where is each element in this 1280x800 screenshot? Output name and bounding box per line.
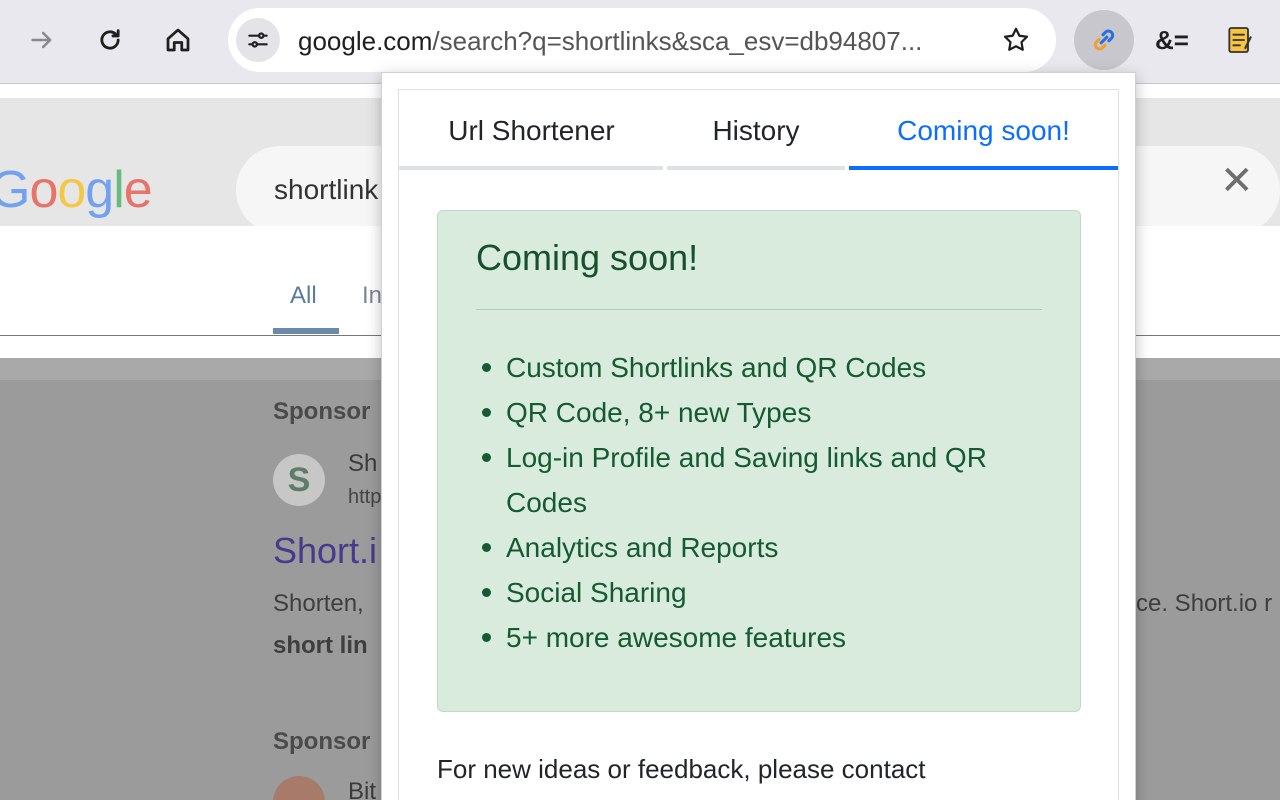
tab-url-shortener[interactable]: Url Shortener bbox=[399, 90, 664, 172]
feature-item: QR Code, 8+ new Types bbox=[476, 390, 1046, 435]
extension-popup: Url Shortener History Coming soon! Comin… bbox=[381, 72, 1136, 800]
google-search-query: shortlink bbox=[274, 174, 379, 205]
tab-url-shortener-underline bbox=[399, 166, 663, 170]
arrow-right-icon bbox=[31, 31, 52, 49]
url-host: google.com bbox=[298, 26, 433, 56]
tab-coming-soon-active-indicator bbox=[849, 166, 1118, 170]
google-tab-all[interactable]: All bbox=[290, 282, 317, 310]
link-icon bbox=[1093, 29, 1115, 51]
feature-item: Analytics and Reports bbox=[476, 525, 1046, 570]
shortener-extension-button[interactable] bbox=[1074, 10, 1134, 70]
forward-button[interactable] bbox=[20, 18, 64, 62]
sponsored-label: Sponsor bbox=[273, 398, 371, 425]
tune-icon bbox=[248, 32, 268, 48]
result-snippet-bold: short lin bbox=[273, 632, 368, 659]
home-icon bbox=[166, 28, 190, 52]
result-favicon-icon: S bbox=[273, 454, 325, 506]
google-logo-letter: g bbox=[85, 161, 114, 219]
tab-history[interactable]: History bbox=[667, 90, 845, 172]
note-icon bbox=[1228, 27, 1252, 53]
star-icon bbox=[1003, 27, 1029, 51]
site-info-button[interactable] bbox=[236, 18, 280, 62]
url-path: /search?q=shortlinks&sca_esv=db94807... bbox=[432, 26, 923, 56]
bookmark-button[interactable] bbox=[998, 22, 1034, 58]
feature-item: Social Sharing bbox=[476, 570, 1046, 615]
result-site-name[interactable]: Sh bbox=[348, 450, 377, 478]
result-2-favicon-icon bbox=[273, 776, 325, 800]
result-2-site-name[interactable]: Bit bbox=[348, 778, 376, 800]
google-tab-images[interactable]: In bbox=[362, 282, 382, 310]
reload-icon bbox=[100, 29, 120, 50]
google-logo[interactable]: Google bbox=[0, 160, 153, 220]
tab-history-underline bbox=[667, 166, 845, 170]
google-logo-letter: l bbox=[113, 161, 125, 219]
popup-panel: Url Shortener History Coming soon! Comin… bbox=[398, 89, 1119, 800]
google-logo-letter: o bbox=[57, 161, 86, 219]
alert-divider bbox=[476, 309, 1042, 310]
feature-item: Custom Shortlinks and QR Codes bbox=[476, 345, 1046, 390]
feature-list: Custom Shortlinks and QR Codes QR Code, … bbox=[476, 345, 1046, 660]
popup-tabs: Url Shortener History Coming soon! bbox=[399, 90, 1118, 172]
url-text[interactable]: google.com/search?q=shortlinks&sca_esv=d… bbox=[298, 26, 978, 57]
result-title-link[interactable]: Short.i bbox=[273, 530, 377, 572]
google-tab-all-underline bbox=[273, 328, 339, 334]
coming-soon-alert: Coming soon! Custom Shortlinks and QR Co… bbox=[437, 210, 1081, 712]
google-logo-letter: G bbox=[0, 161, 30, 219]
result-site-url[interactable]: http bbox=[348, 486, 381, 509]
amp-extension-button[interactable]: &= bbox=[1142, 10, 1202, 70]
amp-extension-label: &= bbox=[1155, 24, 1189, 55]
google-logo-text: Google bbox=[0, 161, 153, 219]
result-snippet: Shorten, bbox=[273, 590, 364, 617]
tab-coming-soon[interactable]: Coming soon! bbox=[849, 90, 1118, 172]
reload-button[interactable] bbox=[88, 18, 132, 62]
address-bar[interactable]: google.com/search?q=shortlinks&sca_esv=d… bbox=[228, 8, 1056, 72]
google-logo-letter: e bbox=[123, 161, 153, 219]
sponsored-label-2: Sponsor bbox=[273, 728, 371, 755]
alert-heading: Coming soon! bbox=[476, 237, 699, 278]
clear-search-icon[interactable]: ✕ bbox=[1220, 158, 1254, 204]
google-logo-letter: o bbox=[29, 161, 58, 219]
feature-item: Log-in Profile and Saving links and QR C… bbox=[476, 435, 1046, 525]
notes-extension-button[interactable] bbox=[1210, 10, 1270, 70]
feature-item: 5+ more awesome features bbox=[476, 615, 1046, 660]
home-button[interactable] bbox=[156, 18, 200, 62]
feedback-text: For new ideas or feedback, please contac… bbox=[437, 754, 926, 784]
result-snippet-right: ce. Short.io r bbox=[1136, 590, 1273, 617]
